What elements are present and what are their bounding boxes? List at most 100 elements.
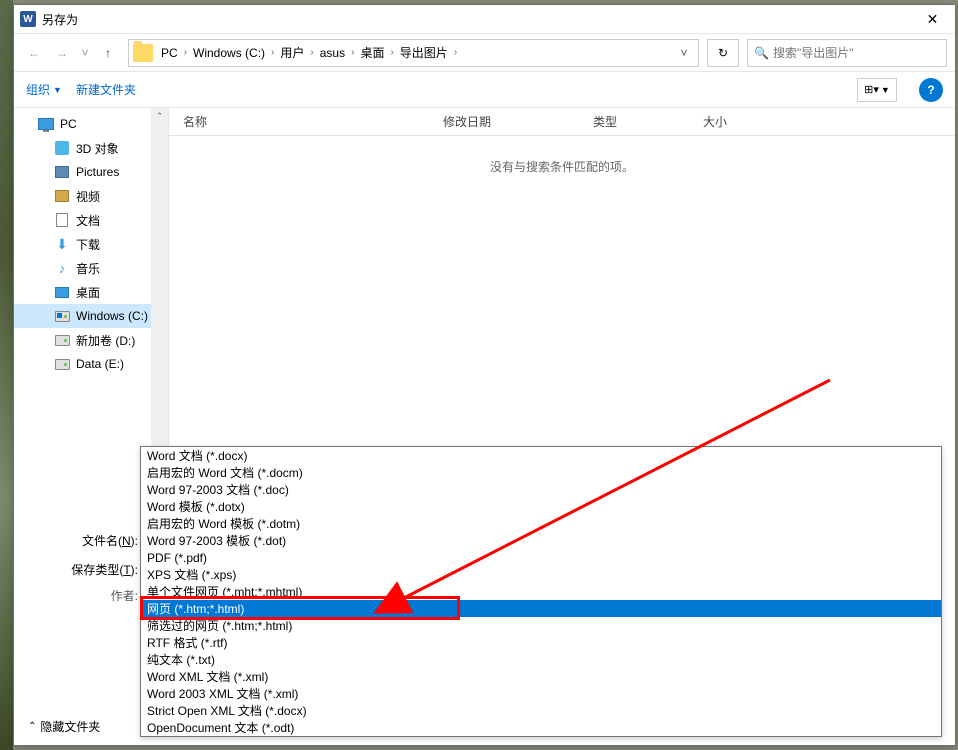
dropdown-option[interactable]: 启用宏的 Word 文档 (*.docm) (141, 464, 941, 481)
dropdown-option[interactable]: OpenDocument 文本 (*.odt) (141, 719, 941, 736)
column-header-name[interactable]: 名称 (183, 113, 443, 130)
dropdown-option[interactable]: 启用宏的 Word 模板 (*.dotm) (141, 515, 941, 532)
tree-item-3d-[interactable]: 3D 对象 (14, 136, 168, 160)
breadcrumb: PC›Windows (C:)›用户›asus›桌面›导出图片› (157, 44, 674, 61)
column-header-size[interactable]: 大小 (703, 113, 783, 130)
refresh-icon: ↻ (718, 46, 728, 60)
tree-item-label: PC (60, 117, 77, 131)
tree-item-pictures[interactable]: Pictures (14, 160, 168, 184)
view-icon: ⊞▾ (864, 83, 879, 96)
up-button[interactable]: ↑ (96, 41, 120, 65)
tree-item-label: 音乐 (76, 260, 100, 277)
drive-icon (54, 332, 70, 348)
scroll-up-icon[interactable]: ⌃ (151, 108, 168, 125)
chevron-down-icon: ▼ (53, 85, 62, 95)
caret-up-icon: ⌃ (28, 721, 36, 732)
back-button[interactable]: ← (22, 41, 46, 65)
breadcrumb-separator: › (452, 47, 459, 58)
organize-label: 组织 (26, 81, 50, 98)
hide-folders-toggle[interactable]: ⌃ 隐藏文件夹 (28, 718, 100, 735)
forward-button[interactable]: → (50, 41, 74, 65)
dropdown-option[interactable]: XPS 文档 (*.xps) (141, 566, 941, 583)
search-box[interactable]: 🔍 (747, 39, 947, 67)
address-dropdown-icon[interactable]: ˅ (674, 46, 694, 60)
chevron-down-icon: ▼ (881, 85, 890, 95)
breadcrumb-separator: › (182, 47, 189, 58)
breadcrumb-item[interactable]: Windows (C:) (189, 46, 269, 60)
dropdown-option[interactable]: Word 97-2003 文档 (*.doc) (141, 481, 941, 498)
dropdown-option[interactable]: RTF 格式 (*.rtf) (141, 634, 941, 651)
breadcrumb-item[interactable]: 导出图片 (396, 44, 452, 61)
dropdown-option[interactable]: Word 2003 XML 文档 (*.xml) (141, 685, 941, 702)
dropdown-option[interactable]: Word 97-2003 模板 (*.dot) (141, 532, 941, 549)
tree-item-label: 视频 (76, 188, 100, 205)
breadcrumb-item[interactable]: asus (316, 46, 349, 60)
tree-item--[interactable]: 视频 (14, 184, 168, 208)
tree-item-label: 3D 对象 (76, 140, 119, 157)
tree-item-label: 下载 (76, 236, 100, 253)
tree-item--[interactable]: 文档 (14, 208, 168, 232)
close-button[interactable]: ✕ (910, 5, 955, 34)
down-icon: ⬇ (54, 236, 70, 252)
3d-icon (54, 140, 70, 156)
vid-icon (54, 188, 70, 204)
dropdown-option[interactable]: Word 文档 (*.docx) (141, 447, 941, 464)
dropdown-option[interactable]: PDF (*.pdf) (141, 549, 941, 566)
dropdown-option[interactable]: 单个文件网页 (*.mht;*.mhtml) (141, 583, 941, 600)
breadcrumb-item[interactable]: 桌面 (356, 44, 388, 61)
dropdown-option[interactable]: 纯文本 (*.txt) (141, 651, 941, 668)
recent-dropdown[interactable]: ˅ (78, 41, 92, 65)
background-strip (0, 0, 13, 750)
dropdown-option[interactable]: Word 模板 (*.dotx) (141, 498, 941, 515)
tree-item-label: 新加卷 (D:) (76, 332, 135, 349)
tree-item-pc[interactable]: PC (14, 112, 168, 136)
tree-item--[interactable]: ⬇ 下载 (14, 232, 168, 256)
word-app-icon: W (20, 11, 36, 27)
dropdown-option[interactable]: 网页 (*.htm;*.html) (141, 600, 941, 617)
folder-icon (133, 44, 153, 62)
savetype-dropdown-list[interactable]: Word 文档 (*.docx)启用宏的 Word 文档 (*.docm)Wor… (140, 446, 942, 737)
tree-item-label: Pictures (76, 165, 119, 179)
dropdown-option[interactable]: Strict Open XML 文档 (*.docx) (141, 702, 941, 719)
tree-item-windows-c-[interactable]: Windows (C:) (14, 304, 168, 328)
column-header-modified[interactable]: 修改日期 (443, 113, 593, 130)
savetype-label: 保存类型(T): (28, 561, 146, 578)
navigation-bar: ← → ˅ ↑ PC›Windows (C:)›用户›asus›桌面›导出图片›… (14, 34, 955, 72)
tree-item--[interactable]: ♪ 音乐 (14, 256, 168, 280)
column-headers: 名称 修改日期 类型 大小 (169, 108, 955, 136)
dropdown-option[interactable]: 筛选过的网页 (*.htm;*.html) (141, 617, 941, 634)
desk-icon (54, 284, 70, 300)
tree-item-data-e-[interactable]: Data (E:) (14, 352, 168, 376)
filename-label: 文件名(N): (28, 532, 146, 549)
close-icon: ✕ (927, 11, 939, 28)
refresh-button[interactable]: ↻ (707, 39, 739, 67)
view-options-button[interactable]: ⊞▾▼ (857, 78, 897, 102)
hide-folders-label: 隐藏文件夹 (40, 718, 100, 735)
titlebar: W 另存为 ✕ (14, 5, 955, 34)
search-input[interactable] (773, 46, 940, 60)
empty-results-message: 没有与搜索条件匹配的项。 (169, 136, 955, 197)
tree-item-label: Windows (C:) (76, 309, 148, 323)
breadcrumb-separator: › (269, 47, 276, 58)
drive-icon (54, 356, 70, 372)
tree-item--[interactable]: 桌面 (14, 280, 168, 304)
drivewin-icon (54, 308, 70, 324)
help-button[interactable]: ? (919, 78, 943, 102)
dropdown-option[interactable]: Word XML 文档 (*.xml) (141, 668, 941, 685)
organize-menu[interactable]: 组织▼ (26, 81, 62, 98)
tree-item--d-[interactable]: 新加卷 (D:) (14, 328, 168, 352)
music-icon: ♪ (54, 260, 70, 276)
pic-icon (54, 164, 70, 180)
breadcrumb-separator: › (349, 47, 356, 58)
new-folder-button[interactable]: 新建文件夹 (76, 81, 136, 98)
toolbar: 组织▼ 新建文件夹 ⊞▾▼ ? (14, 72, 955, 108)
tree-item-label: Data (E:) (76, 357, 124, 371)
column-header-type[interactable]: 类型 (593, 113, 703, 130)
breadcrumb-item[interactable]: PC (157, 46, 182, 60)
doc-icon (54, 212, 70, 228)
window-title: 另存为 (42, 11, 910, 28)
pc-icon (38, 116, 54, 132)
breadcrumb-item[interactable]: 用户 (276, 44, 308, 61)
tree-item-label: 文档 (76, 212, 100, 229)
address-bar[interactable]: PC›Windows (C:)›用户›asus›桌面›导出图片› ˅ (128, 39, 699, 67)
